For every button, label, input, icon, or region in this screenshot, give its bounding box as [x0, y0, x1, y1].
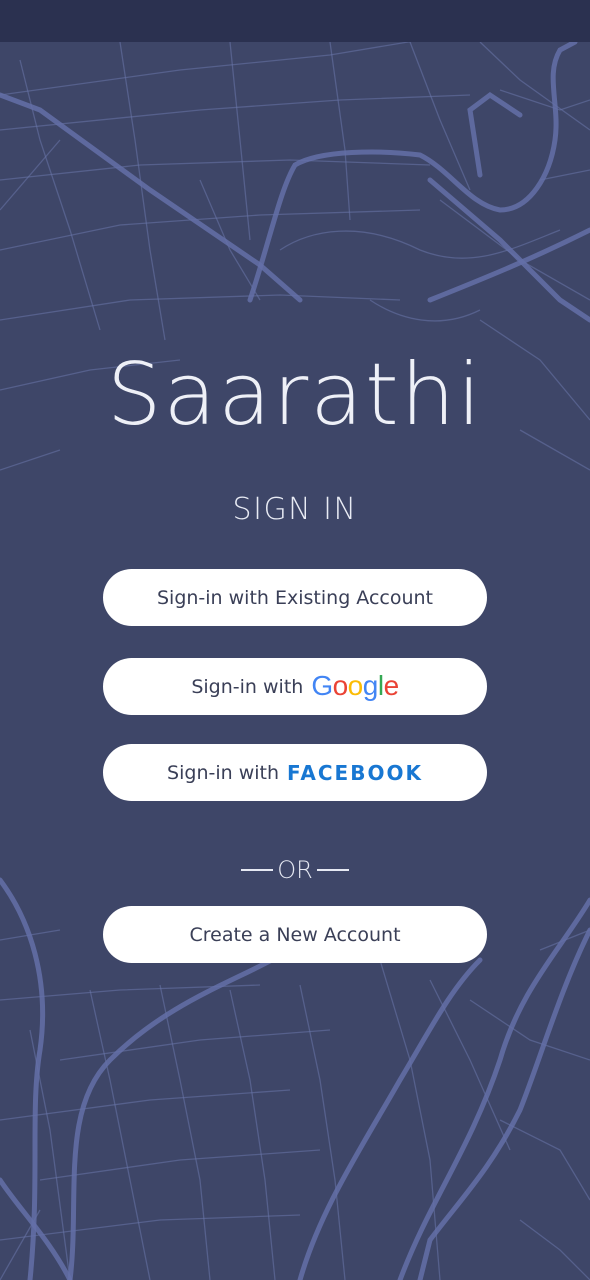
sign-in-heading: SIGN IN [232, 492, 358, 527]
app-title: Saarathi [106, 345, 484, 445]
or-label: OR [277, 856, 313, 884]
facebook-logo: FACEBOOK [287, 760, 423, 785]
create-account-label: Create a New Account [189, 923, 401, 946]
google-sign-in-button[interactable]: Sign-in with Google [103, 658, 487, 715]
google-logo: Google [311, 669, 399, 701]
create-account-button[interactable]: Create a New Account [103, 906, 487, 963]
status-bar [0, 0, 590, 42]
or-divider: OR [0, 856, 590, 884]
facebook-sign-in-button[interactable]: Sign-in with FACEBOOK [103, 744, 487, 801]
sign-in-screen: Saarathi SIGN IN Sign-in with Existing A… [0, 0, 590, 1280]
existing-account-label: Sign-in with Existing Account [156, 586, 434, 609]
existing-account-button[interactable]: Sign-in with Existing Account [103, 569, 487, 626]
facebook-lead-label: Sign-in with [167, 761, 280, 784]
content: Saarathi SIGN IN Sign-in with Existing A… [0, 0, 590, 1280]
google-lead-label: Sign-in with [191, 675, 304, 698]
divider-line-right [316, 869, 349, 871]
divider-line-left [241, 869, 274, 871]
